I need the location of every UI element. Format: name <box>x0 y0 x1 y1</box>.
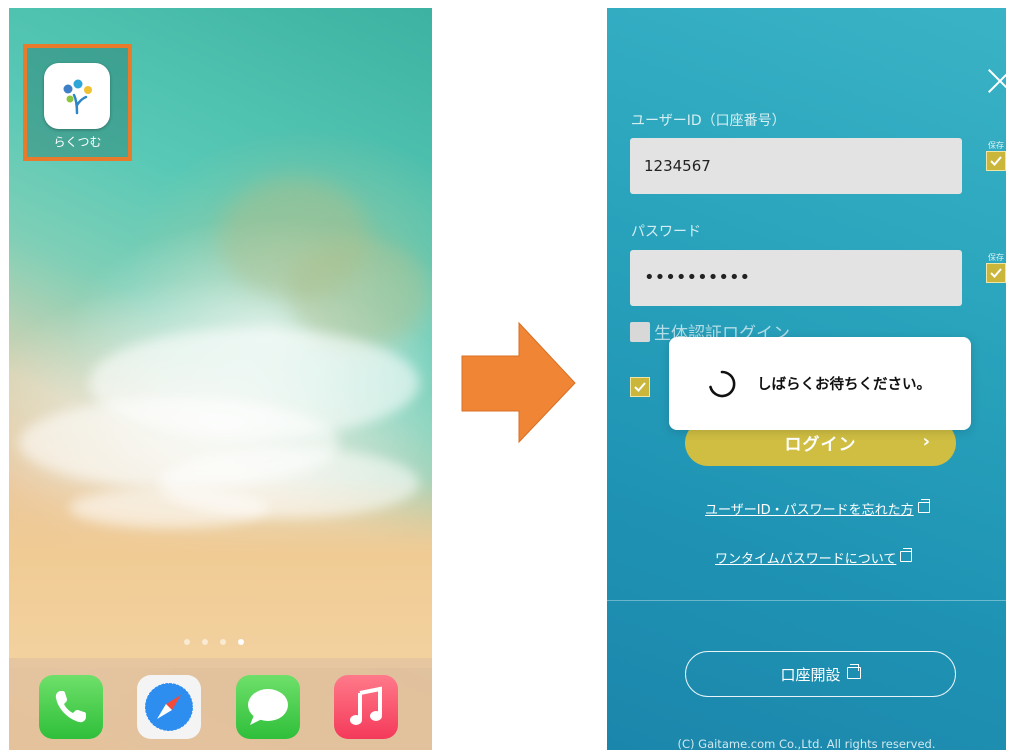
page-dot <box>220 639 226 645</box>
app-label: らくつむ <box>53 135 102 149</box>
messages-icon[interactable] <box>236 675 300 739</box>
open-account-label: 口座開設 <box>686 664 955 685</box>
app-logo-icon <box>63 79 92 115</box>
login-button-label: ログイン <box>784 435 857 455</box>
password-label: パスワード <box>631 224 701 240</box>
forgot-link-label: ユーザーID・パスワードを忘れた方 <box>705 503 914 518</box>
rakutsumu-app-icon[interactable] <box>44 63 110 129</box>
copyright: (C) Gaitame.com Co.,Ltd. All rights rese… <box>677 737 936 750</box>
check-icon <box>990 268 1002 278</box>
external-link-icon <box>846 664 861 679</box>
phone-icon[interactable] <box>39 675 103 739</box>
highlight-frame: らくつむ <box>23 44 132 161</box>
music-icon[interactable] <box>334 675 398 739</box>
close-icon[interactable] <box>985 66 1006 96</box>
forgot-credentials-link[interactable]: ユーザーID・パスワードを忘れた方 <box>705 499 930 518</box>
wallpaper-wave <box>69 488 269 528</box>
right-arrow-icon <box>461 321 576 444</box>
save-label: 保存 <box>988 253 1004 262</box>
user-id-input[interactable]: 1234567 <box>630 138 962 194</box>
page-indicator[interactable] <box>184 639 264 647</box>
save-user-id[interactable]: 保存 <box>984 140 1006 175</box>
page-dot-active <box>238 639 244 645</box>
divider <box>607 600 1006 601</box>
remember-checkbox[interactable] <box>630 377 650 397</box>
page-dot <box>202 639 208 645</box>
otp-link-label: ワンタイムパスワードについて <box>715 552 897 567</box>
chevron-right-icon: › <box>922 431 930 452</box>
save-password[interactable]: 保存 <box>984 252 1006 287</box>
save-password-checkbox[interactable] <box>986 263 1006 283</box>
save-label: 保存 <box>988 141 1004 150</box>
check-icon <box>634 382 646 392</box>
safari-icon[interactable] <box>137 675 201 739</box>
login-screen: ユーザーID（口座番号） 1234567 保存 パスワード ••••••••••… <box>607 8 1006 750</box>
password-input[interactable]: •••••••••• <box>630 250 962 306</box>
save-user-id-checkbox[interactable] <box>986 151 1006 171</box>
loading-dialog: しばらくお待ちください。 <box>669 337 971 430</box>
loading-message: しばらくお待ちください。 <box>757 377 931 393</box>
page-dot <box>184 639 190 645</box>
user-id-label: ユーザーID（口座番号） <box>631 113 786 129</box>
dock <box>9 658 432 750</box>
external-link-icon <box>917 499 930 513</box>
open-account-button[interactable]: 口座開設 <box>685 651 956 697</box>
home-screen: らくつむ <box>9 8 432 750</box>
external-link-icon <box>900 548 913 562</box>
check-icon <box>990 156 1002 166</box>
open-account-text: 口座開設 <box>780 666 841 684</box>
spinner-icon <box>709 370 736 398</box>
biometric-checkbox[interactable] <box>630 322 650 342</box>
one-time-password-link[interactable]: ワンタイムパスワードについて <box>715 548 913 567</box>
